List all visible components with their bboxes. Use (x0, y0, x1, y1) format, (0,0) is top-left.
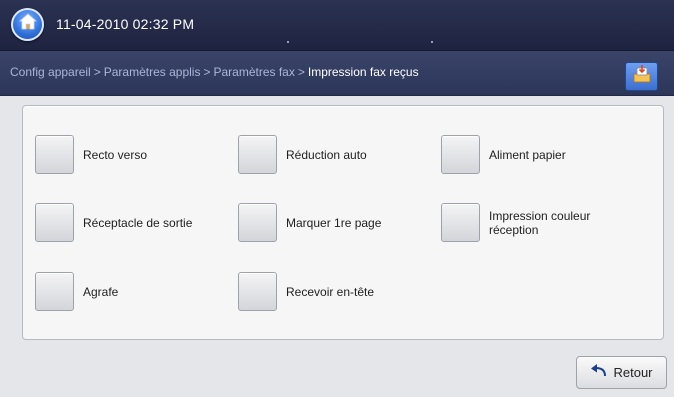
checkbox[interactable] (238, 272, 277, 311)
option-label: Réceptacle de sortie (83, 215, 193, 230)
datetime: 11-04-2010 02:32 PM (56, 16, 195, 32)
option-impression-couleur[interactable]: Impression couleur réception (441, 203, 629, 242)
job-status-button[interactable] (625, 62, 658, 91)
home-button[interactable] (11, 8, 44, 41)
checkbox[interactable] (238, 135, 277, 174)
option-label: Recto verso (83, 147, 148, 162)
breadcrumb-item-apps[interactable]: Paramètres applis (104, 65, 201, 79)
breadcrumb: Config appareil > Paramètres applis > Paramè… (10, 65, 419, 79)
option-aliment-papier[interactable]: Aliment papier (441, 135, 639, 174)
option-label: Réduction auto (286, 147, 367, 162)
option-agrafe[interactable]: Agrafe (35, 272, 233, 311)
status-dot (287, 41, 289, 43)
breadcrumb-current: Impression fax reçus (307, 65, 419, 79)
checkbox[interactable] (35, 135, 74, 174)
breadcrumb-separator: > (203, 65, 211, 79)
undo-arrow-icon (590, 364, 613, 381)
back-button-label: Retour (613, 365, 653, 380)
option-marquer-1re-page[interactable]: Marquer 1re page (238, 203, 436, 242)
status-dot (431, 41, 433, 43)
option-label: Aliment papier (489, 147, 566, 162)
option-reduction-auto[interactable]: Réduction auto (238, 135, 436, 174)
breadcrumb-bar: Config appareil > Paramètres applis > Paramè… (0, 51, 674, 96)
option-label: Recevoir en-tête (286, 284, 375, 299)
breadcrumb-separator: > (297, 65, 305, 79)
option-receptacle-sortie[interactable]: Réceptacle de sortie (35, 203, 233, 242)
breadcrumb-separator: > (93, 65, 101, 79)
checkbox[interactable] (35, 272, 74, 311)
job-status-icon (632, 65, 652, 88)
options-panel: Recto verso Réduction auto Aliment papie… (22, 105, 664, 340)
checkbox[interactable] (238, 203, 277, 242)
top-status-bar: 11-04-2010 02:32 PM (0, 0, 674, 51)
option-label: Agrafe (83, 284, 119, 299)
back-button[interactable]: Retour (576, 356, 667, 389)
checkbox[interactable] (441, 135, 480, 174)
breadcrumb-item-fax[interactable]: Paramètres fax (213, 65, 294, 79)
option-recevoir-en-tete[interactable]: Recevoir en-tête (238, 272, 436, 311)
option-label: Impression couleur réception (489, 208, 591, 237)
option-recto-verso[interactable]: Recto verso (35, 135, 233, 174)
checkbox[interactable] (35, 203, 74, 242)
checkbox[interactable] (441, 203, 480, 242)
breadcrumb-item-config[interactable]: Config appareil (10, 65, 91, 79)
home-icon (18, 12, 38, 37)
option-label: Marquer 1re page (286, 215, 382, 230)
